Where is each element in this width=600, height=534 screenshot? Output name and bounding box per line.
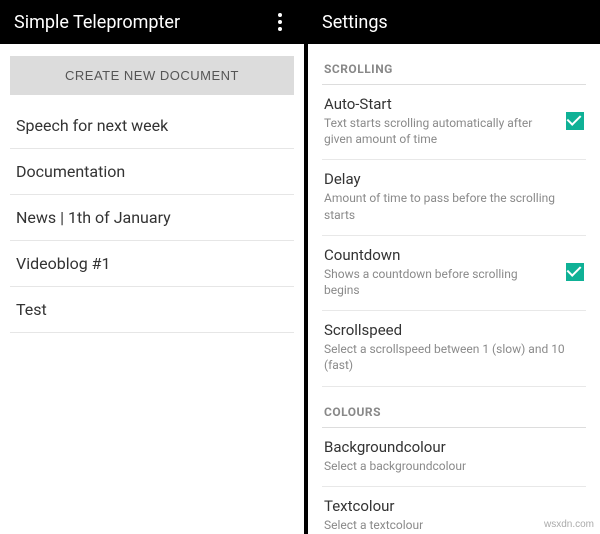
document-item[interactable]: Test [10,287,294,333]
setting-desc: Amount of time to pass before the scroll… [324,190,584,222]
overflow-menu-icon[interactable] [270,10,290,34]
create-document-button[interactable]: CREATE NEW DOCUMENT [10,56,294,95]
documents-content: CREATE NEW DOCUMENT Speech for next week… [0,44,304,333]
action-bar-left: Simple Teleprompter [0,0,304,44]
settings-content: SCROLLING Auto-Start Text starts scrolli… [308,44,600,534]
section-header-scrolling: SCROLLING [322,44,586,85]
setting-title: Backgroundcolour [324,438,584,456]
action-bar-right: Settings [308,0,600,44]
checkbox-auto-start[interactable] [566,112,584,130]
setting-delay[interactable]: Delay Amount of time to pass before the … [322,160,586,235]
document-item[interactable]: News | 1th of January [10,195,294,241]
setting-title: Scrollspeed [324,321,584,339]
setting-backgroundcolour[interactable]: Backgroundcolour Select a backgroundcolo… [322,428,586,487]
document-item[interactable]: Speech for next week [10,103,294,149]
setting-title: Countdown [324,246,556,264]
settings-pane: Settings SCROLLING Auto-Start Text start… [308,0,600,534]
watermark: wsxdn.com [544,519,594,530]
document-item[interactable]: Videoblog #1 [10,241,294,287]
setting-desc: Shows a countdown before scrolling begin… [324,266,556,298]
section-header-colours: COLOURS [322,387,586,428]
checkbox-countdown[interactable] [566,263,584,281]
setting-scrollspeed[interactable]: Scrollspeed Select a scrollspeed between… [322,311,586,386]
setting-desc: Text starts scrolling automatically afte… [324,115,556,147]
setting-desc: Select a backgroundcolour [324,458,584,474]
documents-pane: Simple Teleprompter CREATE NEW DOCUMENT … [0,0,308,534]
app-title: Simple Teleprompter [14,12,180,33]
setting-auto-start[interactable]: Auto-Start Text starts scrolling automat… [322,85,586,160]
document-item[interactable]: Documentation [10,149,294,195]
setting-countdown[interactable]: Countdown Shows a countdown before scrol… [322,236,586,311]
setting-desc: Select a scrollspeed between 1 (slow) an… [324,341,584,373]
settings-title: Settings [322,12,388,33]
setting-title: Delay [324,170,584,188]
document-list: Speech for next week Documentation News … [10,103,294,333]
setting-title: Textcolour [324,497,584,515]
setting-title: Auto-Start [324,95,556,113]
